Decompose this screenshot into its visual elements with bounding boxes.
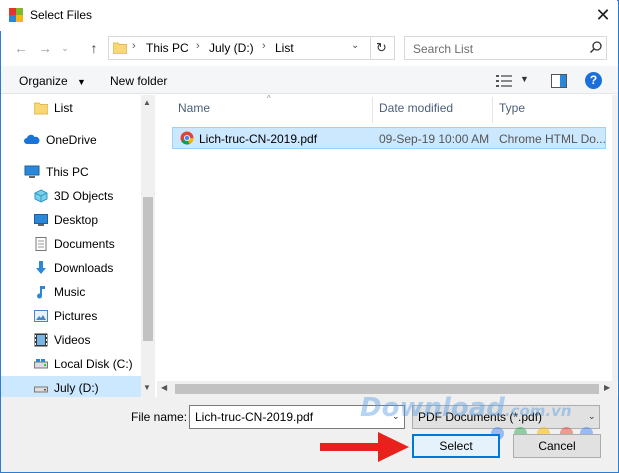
nav-item-label: Local Disk (C:) <box>54 357 133 371</box>
drive-icon <box>34 357 48 371</box>
file-row[interactable]: Lich-truc-CN-2019.pdf 09-Sep-19 10:00 AM… <box>172 127 606 149</box>
caret-down-icon: ▼ <box>77 77 86 87</box>
nav-item-label: July (D:) <box>54 381 99 395</box>
close-icon[interactable]: ✕ <box>592 4 614 26</box>
organize-button[interactable]: Organize ▼ <box>19 74 86 88</box>
nav-item-label: OneDrive <box>46 133 97 147</box>
up-arrow-icon[interactable]: ↑ <box>84 38 104 58</box>
breadcrumb-list[interactable]: List <box>275 41 294 55</box>
scroll-right-arrow-icon[interactable]: ▶ <box>604 383 610 392</box>
column-header-date-modified[interactable]: Date modified <box>379 101 453 115</box>
sort-ascending-icon: ^ <box>267 94 271 103</box>
back-arrow-icon[interactable]: ← <box>11 38 31 58</box>
nav-item-3d-objects[interactable]: 3D Objects <box>1 184 141 208</box>
nav-item-label: Music <box>54 285 86 299</box>
scroll-down-arrow-icon[interactable]: ▼ <box>143 383 151 392</box>
navigation-pane: List OneDrive This PC 3D Objects Desktop… <box>1 95 155 397</box>
scroll-left-arrow-icon[interactable]: ◀ <box>161 383 167 392</box>
drive-icon <box>34 381 48 395</box>
computer-icon <box>24 165 40 179</box>
cube-icon <box>34 189 48 203</box>
nav-item-onedrive[interactable]: OneDrive <box>1 128 141 152</box>
nav-item-pictures[interactable]: Pictures <box>1 304 141 328</box>
file-date-cell: 09-Sep-19 10:00 AM <box>379 132 490 146</box>
select-button[interactable]: Select <box>412 434 500 458</box>
cloud-icon <box>24 133 40 147</box>
nav-pane-scroll-thumb[interactable] <box>143 197 153 341</box>
search-icon <box>589 40 603 54</box>
nav-item-music[interactable]: Music <box>1 280 141 304</box>
address-history-chevron-icon[interactable]: ⌄ <box>351 40 359 51</box>
folder-icon <box>112 41 128 55</box>
column-divider[interactable] <box>492 97 493 123</box>
cancel-button[interactable]: Cancel <box>513 434 601 458</box>
search-input[interactable]: Search List <box>404 36 607 60</box>
watermark-main: Download <box>360 393 505 423</box>
forward-arrow-icon[interactable]: → <box>35 38 55 58</box>
pictures-icon <box>34 309 48 323</box>
chrome-icon <box>180 131 194 145</box>
file-type-caret-icon[interactable]: ⌄ <box>588 411 596 422</box>
nav-item-downloads[interactable]: Downloads <box>1 256 141 280</box>
nav-item-list[interactable]: List <box>1 96 141 120</box>
nav-item-label: 3D Objects <box>54 189 114 203</box>
column-divider[interactable] <box>372 97 373 123</box>
view-dropdown-caret-icon[interactable]: ▼ <box>520 74 529 84</box>
refresh-icon[interactable]: ↻ <box>370 37 392 59</box>
recent-locations-chevron-icon[interactable]: ⌄ <box>58 38 72 58</box>
scroll-up-arrow-icon[interactable]: ▲ <box>143 98 151 107</box>
file-name-label: File name: <box>131 410 188 424</box>
breadcrumb-separator-icon: › <box>196 40 200 52</box>
organize-label: Organize <box>19 74 68 88</box>
breadcrumb-separator-icon: › <box>262 40 266 52</box>
nav-item-documents[interactable]: Documents <box>1 232 141 256</box>
download-arrow-icon <box>34 261 48 275</box>
help-icon[interactable]: ? <box>585 72 602 89</box>
nav-item-label: Desktop <box>54 213 99 227</box>
nav-item-label: Pictures <box>54 309 98 323</box>
file-type-cell: Chrome HTML Do... <box>499 132 606 146</box>
film-icon <box>34 333 48 347</box>
nav-item-july-d[interactable]: July (D:) <box>1 376 141 397</box>
file-list-scrollbar[interactable] <box>612 95 618 381</box>
nav-item-label: Downloads <box>54 261 114 275</box>
app-icon <box>9 8 23 22</box>
watermark-text: Download.com.vn <box>360 393 572 423</box>
watermark-suffix: .com.vn <box>504 402 572 420</box>
breadcrumb-separator-icon: › <box>132 40 136 52</box>
desktop-icon <box>34 213 48 227</box>
nav-item-label: Documents <box>54 237 115 251</box>
annotation-arrow-icon <box>318 430 410 464</box>
nav-item-label: This PC <box>46 165 89 179</box>
nav-item-this-pc[interactable]: This PC <box>1 160 141 184</box>
nav-item-videos[interactable]: Videos <box>1 328 141 352</box>
breadcrumb-this-pc[interactable]: This PC <box>146 41 189 55</box>
nav-item-label: List <box>54 101 73 115</box>
window-title: Select Files <box>30 8 93 22</box>
view-options-icon[interactable] <box>496 74 512 88</box>
nav-item-local-disk-c[interactable]: Local Disk (C:) <box>1 352 141 376</box>
title-bar <box>0 0 617 31</box>
preview-pane-icon[interactable] <box>551 74 567 88</box>
documents-icon <box>34 237 48 251</box>
column-header-type[interactable]: Type <box>499 101 525 115</box>
folder-icon <box>33 101 49 115</box>
nav-item-desktop[interactable]: Desktop <box>1 208 141 232</box>
music-note-icon <box>34 285 48 299</box>
nav-item-label: Videos <box>54 333 91 347</box>
new-folder-button[interactable]: New folder <box>110 74 167 88</box>
breadcrumb-july-d[interactable]: July (D:) <box>209 41 254 55</box>
search-placeholder: Search List <box>413 42 474 56</box>
file-name-cell: Lich-truc-CN-2019.pdf <box>199 132 318 146</box>
column-header-name[interactable]: Name <box>178 101 210 115</box>
